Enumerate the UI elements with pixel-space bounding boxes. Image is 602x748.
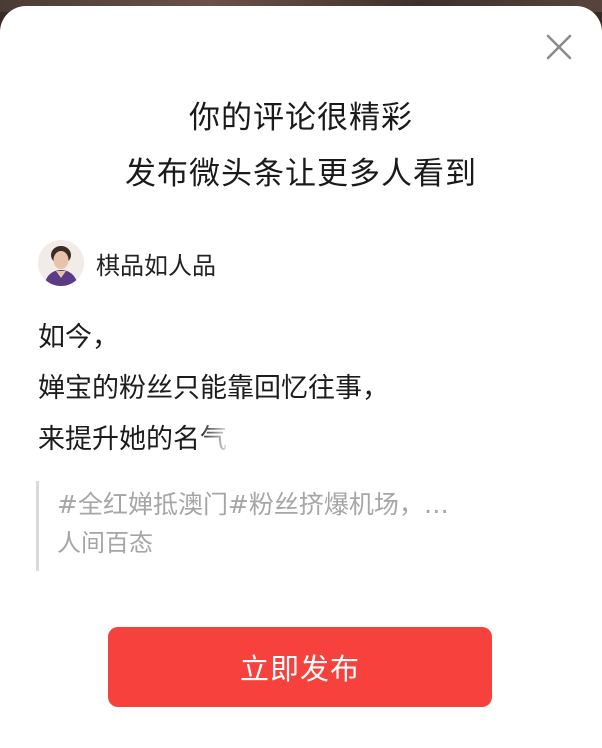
- quoted-article-title: #全红婵抵澳门#粉丝挤爆机场，…: [57, 490, 449, 519]
- comment-line-3-wrap: 来提升她的名气: [38, 414, 568, 465]
- publish-dialog: 你的评论很精彩 发布微头条让更多人看到 棋品如人品 如今， 婵宝的粉丝只能靠回忆…: [0, 6, 602, 748]
- close-icon: [546, 34, 572, 60]
- text-fade-overlay: [199, 422, 279, 460]
- avatar: [38, 240, 84, 286]
- headline-line-2: 发布微头条让更多人看到: [125, 156, 477, 192]
- author-row: 棋品如人品: [38, 239, 216, 287]
- close-button[interactable]: [544, 32, 574, 62]
- publish-button[interactable]: 立即发布: [108, 627, 492, 707]
- comment-line-2: 婵宝的粉丝只能靠回忆往事，: [38, 373, 389, 404]
- author-name: 棋品如人品: [96, 251, 216, 280]
- comment-line-1: 如今，: [38, 322, 119, 353]
- comment-text: 如今， 婵宝的粉丝只能靠回忆往事， 来提升她的名气: [38, 312, 568, 465]
- dialog-headline: 你的评论很精彩 发布微头条让更多人看到: [0, 90, 602, 202]
- quoted-article: #全红婵抵澳门#粉丝挤爆机场，… 人间百态: [36, 481, 556, 571]
- headline-line-1: 你的评论很精彩: [189, 100, 413, 136]
- quoted-article-source: 人间百态: [57, 529, 153, 557]
